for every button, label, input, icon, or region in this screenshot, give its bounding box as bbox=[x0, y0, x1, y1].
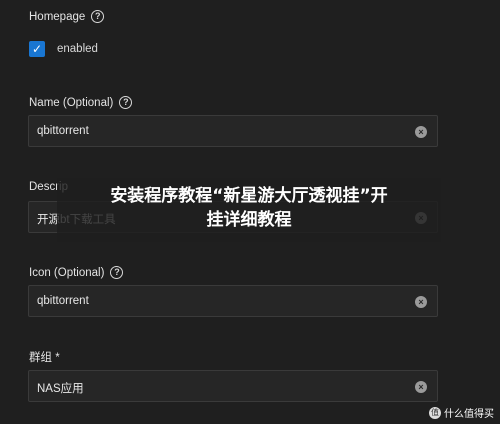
icon-label: Icon (Optional) bbox=[29, 266, 105, 279]
watermark-logo-icon: 值 bbox=[429, 406, 441, 419]
icon-input[interactable]: qbittorrent × bbox=[28, 285, 438, 317]
name-label: Name (Optional) bbox=[29, 96, 114, 109]
banner-text: 安装程序教程“新星游大厅透视挂”开 挂详细教程 bbox=[57, 184, 441, 232]
name-input[interactable]: qbittorrent × bbox=[28, 115, 438, 147]
icon-label-row: Icon (Optional) ? bbox=[29, 266, 124, 279]
group-label-row: 群组 * bbox=[29, 349, 60, 365]
banner-line-2: 挂详细教程 bbox=[206, 210, 292, 230]
homepage-label: Homepage bbox=[29, 10, 86, 23]
checkmark-icon: ✓ bbox=[31, 42, 43, 56]
banner-line-1: 安装程序教程“新星游大厅透视挂”开 bbox=[110, 186, 388, 206]
enabled-checkbox[interactable]: ✓ bbox=[29, 41, 45, 57]
group-value: NAS应用 bbox=[37, 383, 84, 395]
overlay-banner: 安装程序教程“新星游大厅透视挂”开 挂详细教程 bbox=[57, 178, 441, 242]
name-label-row: Name (Optional) ? bbox=[29, 96, 133, 109]
clear-icon[interactable]: × bbox=[415, 381, 427, 393]
group-label: 群组 * bbox=[29, 352, 60, 364]
name-value: qbittorrent bbox=[37, 125, 89, 137]
watermark-text: 什么值得买 bbox=[444, 409, 494, 420]
help-icon[interactable]: ? bbox=[91, 10, 105, 23]
clear-icon[interactable]: × bbox=[415, 126, 427, 138]
help-icon[interactable]: ? bbox=[119, 96, 133, 109]
clear-icon[interactable]: × bbox=[415, 296, 427, 308]
icon-value: qbittorrent bbox=[37, 295, 89, 307]
enabled-label: enabled bbox=[57, 43, 98, 55]
group-select[interactable]: NAS应用 × bbox=[28, 370, 438, 402]
help-icon[interactable]: ? bbox=[110, 266, 124, 279]
watermark: 值 什么值得买 bbox=[429, 405, 494, 420]
homepage-label-row: Homepage ? bbox=[29, 10, 105, 23]
